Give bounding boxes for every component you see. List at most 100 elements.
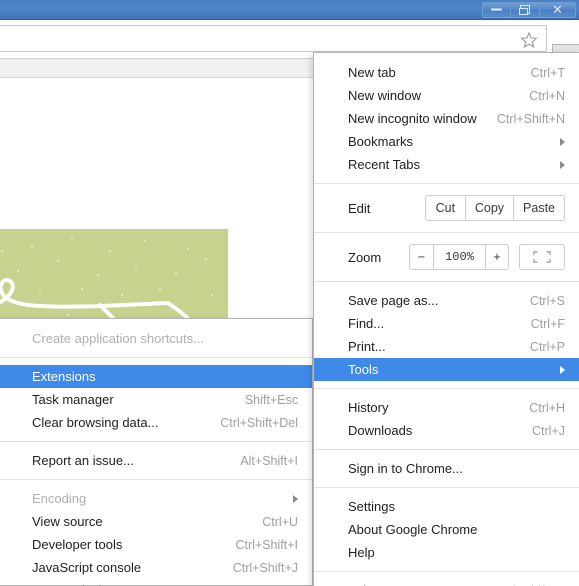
menu-item-label: Recent Tabs: [348, 157, 421, 172]
menu-item-label: Report an issue...: [32, 453, 134, 468]
chevron-right-icon: [560, 365, 565, 374]
close-button[interactable]: ✕: [540, 1, 576, 18]
menu-item-exit[interactable]: Exit Ctrl+Shift+Q: [314, 579, 579, 586]
paste-button[interactable]: Paste: [513, 195, 565, 221]
copy-button[interactable]: Copy: [464, 195, 514, 221]
menu-item-label: Encoding: [32, 491, 87, 506]
fullscreen-button[interactable]: [519, 244, 565, 270]
menu-item-find[interactable]: Find... Ctrl+F: [314, 312, 579, 335]
menu-item-label: Downloads: [348, 423, 413, 438]
restore-icon: [519, 5, 530, 15]
zoom-controls: − 100% +: [409, 244, 565, 270]
edit-button-group: Cut Copy Paste: [424, 195, 565, 221]
menu-item-label: Sign in to Chrome...: [348, 461, 463, 476]
maximize-button[interactable]: [511, 1, 540, 18]
menu-item-tools[interactable]: Tools: [314, 358, 579, 381]
submenu-separator: [0, 479, 312, 480]
menu-item-new-tab[interactable]: New tab Ctrl+T: [314, 61, 579, 84]
zoom-button-group: − 100% +: [409, 244, 509, 270]
menu-item-label: Clear browsing data...: [32, 415, 159, 430]
menu-item-shortcut: Ctrl+F: [530, 316, 565, 331]
menu-item-shortcut: Ctrl+T: [530, 65, 565, 80]
chrome-main-menu: New tab Ctrl+T New window Ctrl+N New inc…: [313, 52, 579, 586]
menu-item-shortcut: Alt+Shift+I: [240, 453, 298, 468]
zoom-level-value: 100%: [433, 244, 485, 270]
menu-separator: [314, 571, 579, 572]
zoom-out-button[interactable]: −: [409, 244, 433, 270]
menu-item-report-an-issue[interactable]: Report an issue... Alt+Shift+I: [0, 449, 312, 472]
menu-item-recent-tabs[interactable]: Recent Tabs: [314, 153, 579, 176]
menu-item-label: Create application shortcuts...: [32, 331, 204, 346]
address-bar[interactable]: [0, 25, 547, 52]
menu-item-settings[interactable]: Settings: [314, 495, 579, 518]
menu-item-history[interactable]: History Ctrl+H: [314, 396, 579, 419]
menu-top-padding: [314, 53, 579, 61]
star-icon[interactable]: [520, 31, 538, 49]
menu-item-shortcut: Ctrl+N: [529, 88, 565, 103]
close-icon: ✕: [552, 2, 563, 17]
menu-item-label: New incognito window: [348, 111, 477, 126]
menu-item-inspect-devices[interactable]: Inspect devices: [0, 579, 312, 586]
menu-item-shortcut: Shift+Esc: [244, 392, 298, 407]
menu-item-label: Help: [348, 545, 375, 560]
bookmark-bar: [0, 58, 313, 78]
cut-button[interactable]: Cut: [424, 195, 465, 221]
menu-item-label: Save page as...: [348, 293, 439, 308]
menu-item-new-incognito-window[interactable]: New incognito window Ctrl+Shift+N: [314, 107, 579, 130]
menu-item-label: Developer tools: [32, 537, 123, 552]
menu-item-shortcut: Ctrl+H: [529, 400, 565, 415]
menu-item-new-window[interactable]: New window Ctrl+N: [314, 84, 579, 107]
menu-item-shortcut: Ctrl+Shift+I: [235, 537, 298, 552]
zoom-label: Zoom: [348, 249, 382, 265]
menu-item-label: View source: [32, 514, 103, 529]
window-title-bar: ✕: [0, 0, 579, 20]
menu-item-shortcut: Ctrl+S: [529, 293, 565, 308]
menu-item-label: History: [348, 400, 389, 415]
menu-item-label: Extensions: [32, 369, 96, 384]
menu-item-label: Settings: [348, 499, 395, 514]
menu-item-clear-browsing-data[interactable]: Clear browsing data... Ctrl+Shift+Del: [0, 411, 312, 434]
edit-label: Edit: [348, 200, 371, 216]
menu-separator: [314, 487, 579, 488]
menu-item-label: New tab: [348, 65, 396, 80]
menu-separator: [314, 449, 579, 450]
menu-item-label: About Google Chrome: [348, 522, 478, 537]
menu-item-label: Task manager: [32, 392, 114, 407]
menu-item-javascript-console[interactable]: JavaScript console Ctrl+Shift+J: [0, 556, 312, 579]
menu-item-label: Tools: [348, 362, 379, 377]
menu-item-encoding[interactable]: Encoding: [0, 487, 312, 510]
chevron-right-icon: [293, 494, 298, 503]
menu-item-shortcut: Ctrl+Shift+N: [496, 111, 565, 126]
menu-item-print[interactable]: Print... Ctrl+P: [314, 335, 579, 358]
submenu-separator: [0, 441, 312, 442]
page-content: [0, 79, 313, 344]
chevron-right-icon: [560, 160, 565, 169]
menu-item-help[interactable]: Help: [314, 541, 579, 564]
zoom-in-button[interactable]: +: [485, 244, 509, 270]
menu-item-downloads[interactable]: Downloads Ctrl+J: [314, 419, 579, 442]
menu-row-edit: Edit Cut Copy Paste: [314, 191, 579, 225]
menu-item-extensions[interactable]: Extensions: [0, 365, 312, 388]
menu-item-save-page-as[interactable]: Save page as... Ctrl+S: [314, 289, 579, 312]
menu-separator: [314, 183, 579, 184]
menu-item-create-application-shortcuts[interactable]: Create application shortcuts...: [0, 327, 312, 350]
menu-item-view-source[interactable]: View source Ctrl+U: [0, 510, 312, 533]
minimize-button[interactable]: [482, 1, 511, 18]
menu-item-label: Find...: [348, 316, 385, 331]
menu-item-shortcut: Ctrl+Shift+Del: [220, 415, 298, 430]
menu-separator: [314, 232, 579, 233]
menu-row-zoom: Zoom − 100% +: [314, 240, 579, 274]
browser-window: ✕ Create application shortcuts... Extens…: [0, 0, 579, 586]
menu-item-task-manager[interactable]: Task manager Shift+Esc: [0, 388, 312, 411]
menu-separator: [314, 281, 579, 282]
menu-item-shortcut: Ctrl+U: [262, 514, 298, 529]
chevron-right-icon: [560, 137, 565, 146]
menu-item-about-google-chrome[interactable]: About Google Chrome: [314, 518, 579, 541]
menu-item-bookmarks[interactable]: Bookmarks: [314, 130, 579, 153]
menu-item-developer-tools[interactable]: Developer tools Ctrl+Shift+I: [0, 533, 312, 556]
menu-item-label: New window: [348, 88, 421, 103]
tools-submenu: Create application shortcuts... Extensio…: [0, 318, 313, 586]
minimize-icon: [491, 8, 502, 11]
submenu-separator: [0, 357, 312, 358]
menu-item-sign-in-to-chrome[interactable]: Sign in to Chrome...: [314, 457, 579, 480]
